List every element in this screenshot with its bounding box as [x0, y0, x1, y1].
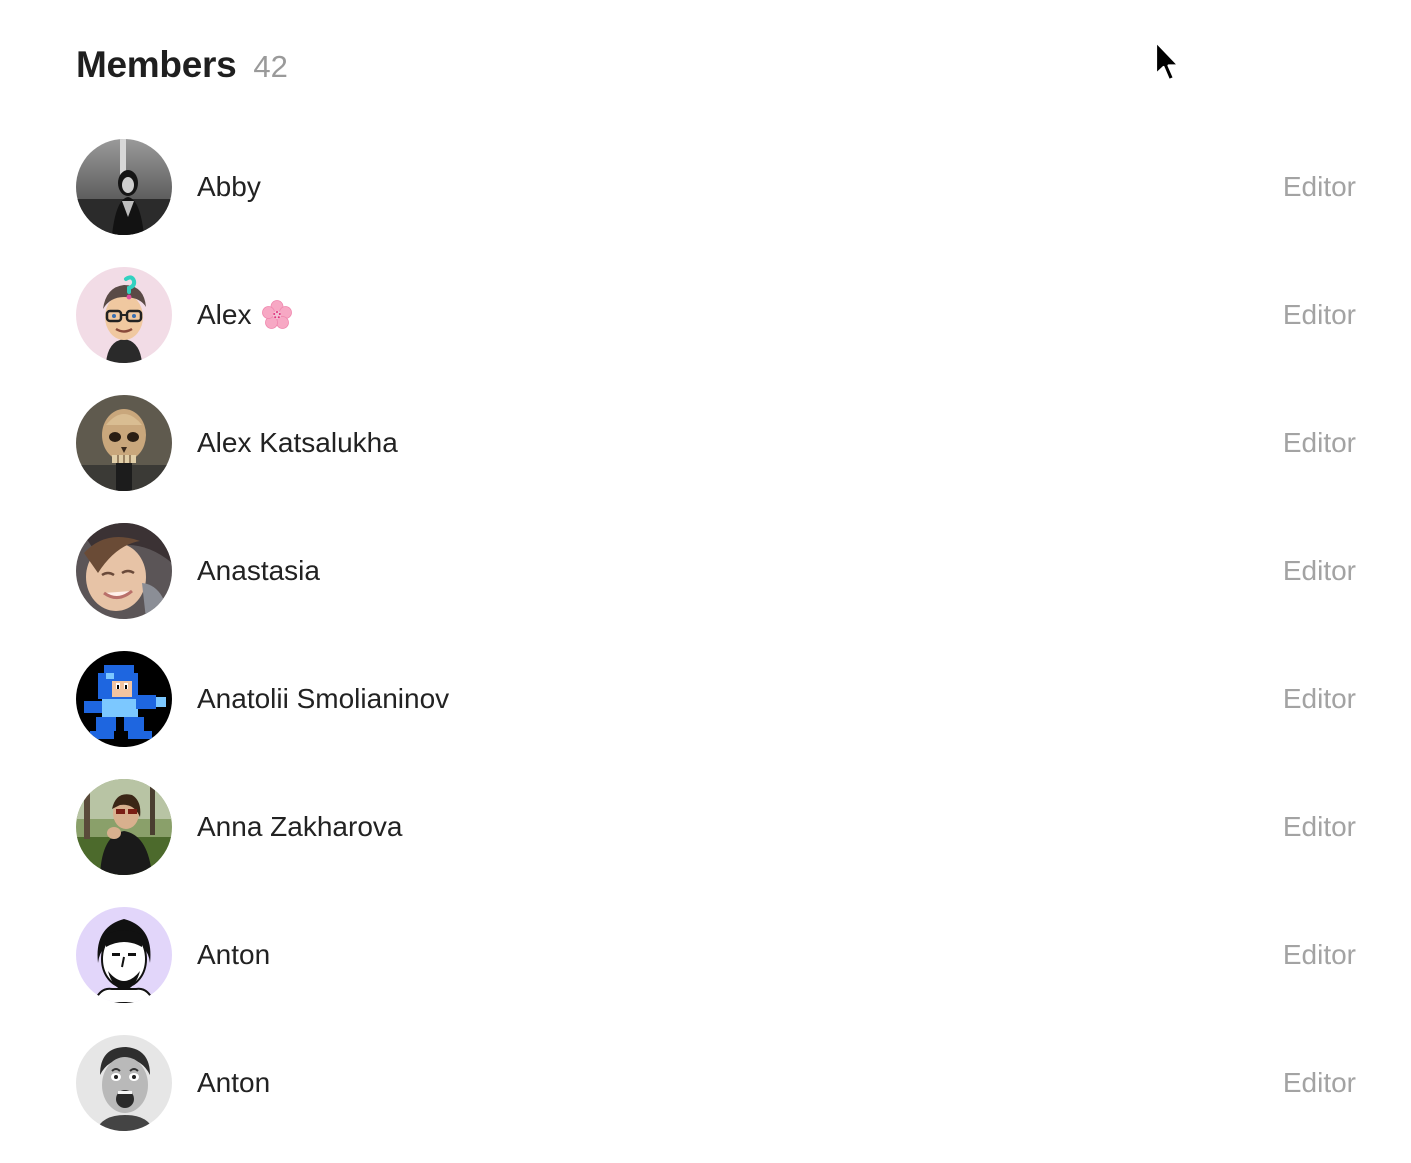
member-role[interactable]: Editor: [1283, 811, 1356, 843]
member-row[interactable]: Abby Editor: [76, 139, 1356, 235]
cherry-blossom-icon: [262, 300, 293, 329]
members-title: Members: [76, 44, 237, 85]
avatar[interactable]: [76, 139, 172, 235]
member-role[interactable]: Editor: [1283, 939, 1356, 971]
avatar-skull-icon: [76, 395, 172, 491]
avatar[interactable]: [76, 779, 172, 875]
avatar-photo-icon: [76, 139, 172, 235]
avatar-cartoon-icon: [76, 267, 172, 363]
members-list: Abby Editor Alex Editor Alex Katsalukha …: [76, 139, 1356, 1163]
member-name-text: Anatolii Smolianinov: [197, 683, 450, 714]
members-header: Members 42: [76, 44, 288, 92]
avatar[interactable]: [76, 907, 172, 1003]
avatar[interactable]: [76, 523, 172, 619]
member-role[interactable]: Editor: [1283, 555, 1356, 587]
member-name-text: Alex Katsalukha: [197, 427, 398, 458]
member-row[interactable]: Alex Editor: [76, 267, 1356, 363]
member-name: Anna Zakharova: [197, 811, 402, 843]
member-role[interactable]: Editor: [1283, 299, 1356, 331]
member-name: Alex Katsalukha: [197, 427, 398, 459]
member-row[interactable]: Anatolii Smolianinov Editor: [76, 651, 1356, 747]
avatar-pixel-robot-icon: [76, 651, 172, 747]
member-row[interactable]: Anastasia Editor: [76, 523, 1356, 619]
member-row[interactable]: Anna Zakharova Editor: [76, 779, 1356, 875]
avatar[interactable]: [76, 395, 172, 491]
member-name: Anastasia: [197, 555, 320, 587]
member-name: Abby: [197, 171, 261, 203]
member-name: Anton: [197, 939, 270, 971]
member-row[interactable]: Anton Editor: [76, 907, 1356, 1003]
avatar[interactable]: [76, 1035, 172, 1131]
member-name-text: Anastasia: [197, 555, 320, 586]
member-name-text: Anna Zakharova: [197, 811, 403, 842]
member-role[interactable]: Editor: [1283, 1067, 1356, 1099]
avatar-photo-icon: [76, 523, 172, 619]
members-count: 42: [253, 49, 288, 84]
member-role[interactable]: Editor: [1283, 171, 1356, 203]
member-name-text: Alex: [197, 299, 252, 330]
avatar-photo-icon: [76, 779, 172, 875]
mouse-cursor-icon: [1154, 40, 1180, 82]
member-name-text: Abby: [197, 171, 261, 202]
member-name-text: Anton: [197, 1067, 271, 1098]
avatar[interactable]: [76, 651, 172, 747]
avatar[interactable]: [76, 267, 172, 363]
member-row[interactable]: Anton Editor: [76, 1035, 1356, 1131]
avatar-photo-icon: [76, 1035, 172, 1131]
member-role[interactable]: Editor: [1283, 427, 1356, 459]
member-name: Anton: [197, 1067, 270, 1099]
avatar-pixel-portrait-icon: [76, 907, 172, 1003]
member-name: Anatolii Smolianinov: [197, 683, 449, 715]
member-role[interactable]: Editor: [1283, 683, 1356, 715]
member-row[interactable]: Alex Katsalukha Editor: [76, 395, 1356, 491]
member-name: Alex: [197, 299, 293, 331]
member-name-text: Anton: [197, 939, 271, 970]
